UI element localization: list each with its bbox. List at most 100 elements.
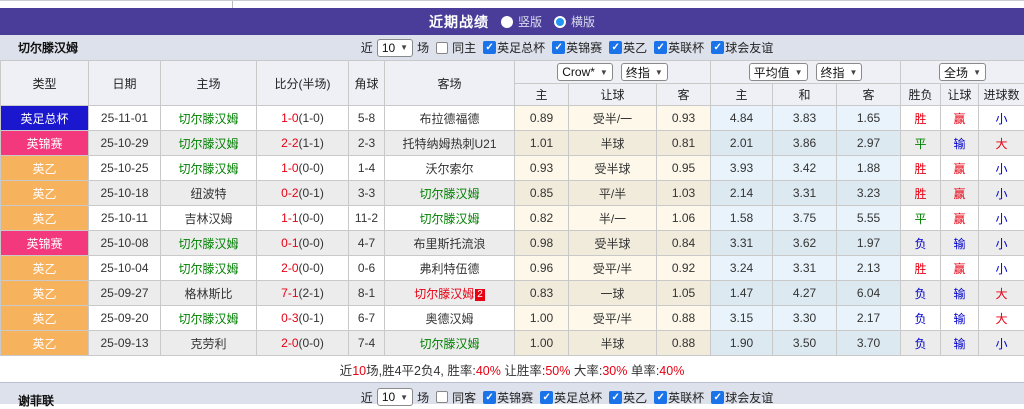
score-cell: 0-3(0-1) <box>257 306 349 331</box>
halftime-score: (1-1) <box>299 136 324 150</box>
competition-label: 英联杯 <box>668 39 704 56</box>
match-count-select[interactable]: 10 ▼ <box>377 388 413 406</box>
avg-draw-odds: 3.75 <box>773 206 837 231</box>
goals-result: 小 <box>979 156 1024 181</box>
summary-segment: 场,胜4平2负4, 胜率: <box>366 364 476 378</box>
competition-checkbox[interactable]: ✓ <box>654 41 667 54</box>
home-team-cell: 切尔滕汉姆 <box>161 156 257 181</box>
home-team-filter-bar: 切尔滕汉姆 近 10 ▼ 场 同主 ✓英足总杯✓英锦赛✓英乙✓英联杯✓球会友谊 <box>0 35 1024 60</box>
home-odds: 0.82 <box>515 206 569 231</box>
table-row: 英乙 25-10-25 切尔滕汉姆 1-0(0-0) 1-4 沃尔索尔 0.93… <box>1 156 1024 181</box>
home-team-name: 切尔滕汉姆 <box>18 39 78 56</box>
avg-home-odds: 2.14 <box>711 181 773 206</box>
corners-score: 1-4 <box>349 156 385 181</box>
competition-checkbox[interactable]: ✓ <box>552 41 565 54</box>
handicap-result: 输 <box>941 306 979 331</box>
home-odds: 0.93 <box>515 156 569 181</box>
away-odds: 0.88 <box>657 306 711 331</box>
home-odds: 1.01 <box>515 131 569 156</box>
score-cell: 2-0(0-0) <box>257 256 349 281</box>
filter-controls: 近 10 ▼ 场 同主 ✓英足总杯✓英锦赛✓英乙✓英联杯✓球会友谊 <box>361 39 773 57</box>
page-title: 近期战绩 <box>429 12 489 32</box>
match-date: 25-10-18 <box>89 181 161 206</box>
match-type-badge: 英乙 <box>1 181 89 206</box>
home-team: 克劳利 <box>190 337 226 351</box>
avg-away-odds: 1.65 <box>837 106 901 131</box>
same-away-checkbox[interactable] <box>436 391 448 403</box>
handicap-result: 输 <box>941 131 979 156</box>
away-odds: 0.84 <box>657 231 711 256</box>
avg-draw-odds: 3.50 <box>773 331 837 356</box>
chevron-down-icon: ▼ <box>655 68 663 77</box>
away-team-cell: 切尔滕汉姆2 <box>385 281 515 306</box>
away-team: 托特纳姆热刺U21 <box>402 137 496 151</box>
match-date: 25-09-27 <box>89 281 161 306</box>
handicap-line: 平/半 <box>569 181 657 206</box>
horizontal-layout-radio[interactable] <box>554 16 566 28</box>
avg-away-odds: 3.23 <box>837 181 901 206</box>
corners-score: 4-7 <box>349 231 385 256</box>
same-home-checkbox[interactable] <box>436 42 448 54</box>
score-cell: 1-0(1-0) <box>257 106 349 131</box>
summary-bar: 近10场,胜4平2负4, 胜率:40% 让胜率:50% 大率:30% 单率:40… <box>0 356 1024 382</box>
competition-checkbox-list: ✓英锦赛✓英足总杯✓英乙✓英联杯✓球会友谊 <box>476 389 773 406</box>
match-date: 25-10-11 <box>89 206 161 231</box>
corners-score: 2-3 <box>349 131 385 156</box>
score-cell: 1-1(0-0) <box>257 206 349 231</box>
match-count-select[interactable]: 10 ▼ <box>377 39 413 57</box>
home-team: 切尔滕汉姆 <box>178 112 238 126</box>
handicap-line: 受半球 <box>569 156 657 181</box>
summary-segment: 单率: <box>627 364 659 378</box>
match-type-badge: 英乙 <box>1 206 89 231</box>
competition-label: 英乙 <box>623 389 647 406</box>
handicap-result: 赢 <box>941 206 979 231</box>
avg-away-odds: 2.97 <box>837 131 901 156</box>
away-odds: 0.93 <box>657 106 711 131</box>
handicap-line: 半/一 <box>569 206 657 231</box>
layout-radio-group: 竖版 <box>501 13 542 30</box>
match-type-badge: 英乙 <box>1 306 89 331</box>
avg-away-odds: 2.13 <box>837 256 901 281</box>
table-row: 英锦赛 25-10-29 切尔滕汉姆 2-2(1-1) 2-3 托特纳姆热刺U2… <box>1 131 1024 156</box>
avg-draw-odds: 3.83 <box>773 106 837 131</box>
chevron-down-icon: ▼ <box>400 393 408 402</box>
vertical-layout-radio[interactable] <box>501 16 513 28</box>
winloss-result: 负 <box>901 306 941 331</box>
competition-checkbox[interactable]: ✓ <box>483 41 496 54</box>
away-team-cell: 布拉德福德 <box>385 106 515 131</box>
winloss-result: 平 <box>901 206 941 231</box>
fulltime-score: 2-0 <box>281 336 298 350</box>
odds-final-select[interactable]: 终指 ▼ <box>621 63 668 81</box>
col-header-type: 类型 <box>1 61 89 106</box>
scope-select[interactable]: 全场 ▼ <box>939 63 986 81</box>
goals-result: 大 <box>979 131 1024 156</box>
home-team-cell: 格林斯比 <box>161 281 257 306</box>
match-type-badge: 英锦赛 <box>1 231 89 256</box>
halftime-score: (0-1) <box>299 311 324 325</box>
near-label: 近 <box>361 39 373 56</box>
home-team: 吉林汉姆 <box>184 212 232 226</box>
matches-label: 场 <box>417 389 429 406</box>
summary-segment: 40% <box>476 364 501 378</box>
competition-label: 英足总杯 <box>554 389 602 406</box>
average-final-select[interactable]: 终指 ▼ <box>816 63 863 81</box>
score-cell: 1-0(0-0) <box>257 156 349 181</box>
home-team-cell: 切尔滕汉姆 <box>161 131 257 156</box>
avg-home-odds: 3.31 <box>711 231 773 256</box>
avg-away-odds: 6.04 <box>837 281 901 306</box>
col-header-avg-away: 客 <box>837 84 901 106</box>
avg-away-odds: 3.70 <box>837 331 901 356</box>
fulltime-score: 1-0 <box>281 111 298 125</box>
average-select-cell: 平均值 ▼ 终指 ▼ <box>711 61 901 84</box>
handicap-line: 受平/半 <box>569 256 657 281</box>
competition-checkbox[interactable]: ✓ <box>609 41 622 54</box>
average-select[interactable]: 平均值 ▼ <box>749 63 808 81</box>
competition-checkbox[interactable]: ✓ <box>711 41 724 54</box>
halftime-score: (0-0) <box>299 261 324 275</box>
halftime-score: (0-0) <box>299 236 324 250</box>
odds-source-select[interactable]: Crow* ▼ <box>557 63 613 81</box>
away-odds: 1.06 <box>657 206 711 231</box>
col-header-avg-home: 主 <box>711 84 773 106</box>
col-header-odds-away: 客 <box>657 84 711 106</box>
home-team: 切尔滕汉姆 <box>178 162 238 176</box>
